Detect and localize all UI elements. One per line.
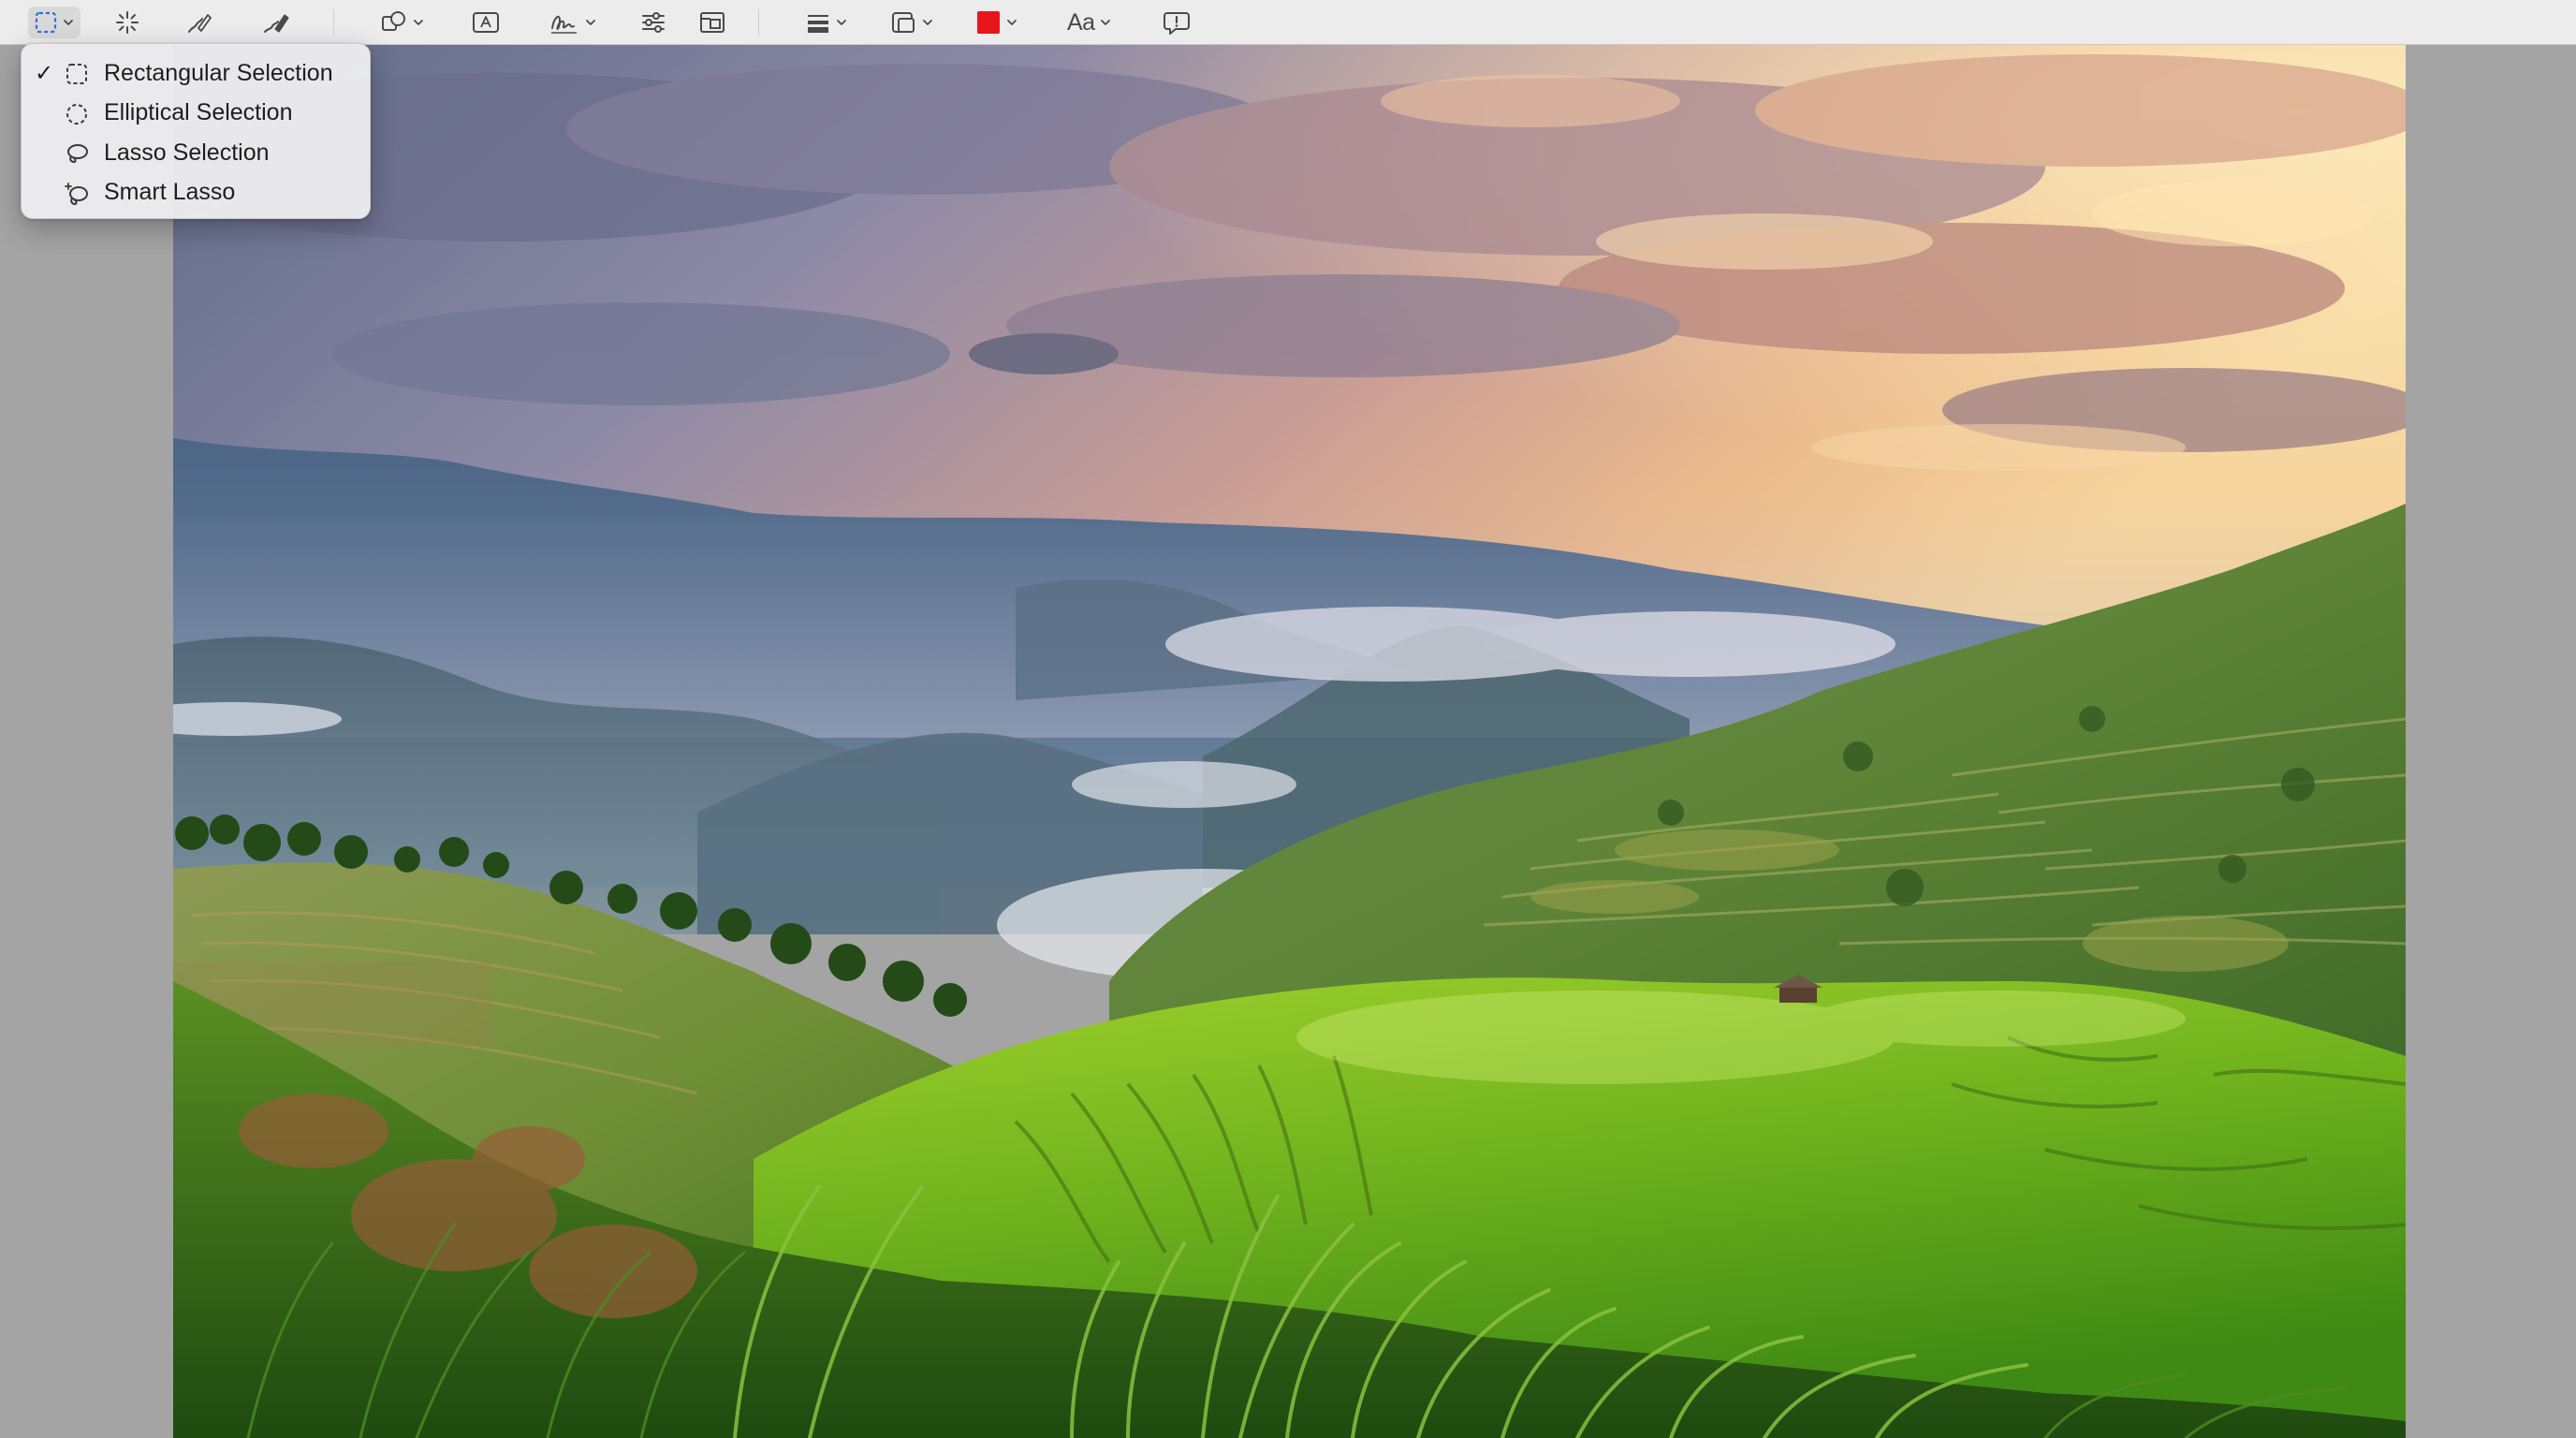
text-button[interactable] xyxy=(466,7,505,38)
lasso-icon xyxy=(67,144,88,164)
signature-icon xyxy=(551,15,577,34)
dashed-ellipse-icon xyxy=(66,103,87,125)
draw-button[interactable] xyxy=(256,7,296,38)
selection-tools-button[interactable] xyxy=(28,7,80,38)
dashed-rectangle-icon xyxy=(35,11,57,34)
menu-item-label: Smart Lasso xyxy=(104,179,236,206)
border-color-icon xyxy=(892,12,915,33)
toolbar-divider xyxy=(333,9,334,36)
checkmark: ✓ xyxy=(35,60,54,86)
instant-alpha-button[interactable] xyxy=(109,7,146,38)
line-weight-icon xyxy=(808,15,828,33)
draw-pen-icon xyxy=(264,14,289,33)
landscape-photo[interactable] xyxy=(173,45,2406,1438)
fill-color-button[interactable] xyxy=(970,7,1024,38)
border-color-button[interactable] xyxy=(884,7,940,38)
sketch-button[interactable] xyxy=(180,7,219,38)
chevron-down-icon xyxy=(1100,20,1110,25)
adjust-size-button[interactable] xyxy=(693,7,732,38)
text-style-label: Aa xyxy=(1067,8,1095,36)
menu-item-label: Elliptical Selection xyxy=(104,99,293,126)
markup-toolbar: Aa xyxy=(0,0,2576,45)
sketch-pen-icon xyxy=(188,14,212,33)
text-style-button[interactable]: Aa xyxy=(1061,7,1118,38)
selection-tools-menu: ✓ Rectangular Selection Elliptical Selec… xyxy=(21,43,371,219)
landscape-image xyxy=(173,45,2406,1438)
menu-item-label: Rectangular Selection xyxy=(104,59,333,86)
shapes-icon xyxy=(382,11,405,31)
description-button[interactable] xyxy=(1157,7,1196,38)
menu-item-elliptical-selection[interactable]: Elliptical Selection xyxy=(22,94,370,134)
sign-button[interactable] xyxy=(543,7,603,38)
shapes-button[interactable] xyxy=(374,7,431,38)
menu-item-smart-lasso[interactable]: Smart Lasso xyxy=(22,173,370,213)
dashed-rectangle-icon xyxy=(66,64,87,84)
chevron-down-icon xyxy=(64,20,73,25)
chevron-down-icon xyxy=(414,20,423,25)
menu-item-lasso-selection[interactable]: Lasso Selection xyxy=(22,133,370,173)
sliders-icon xyxy=(642,12,665,33)
smart-lasso-icon xyxy=(65,182,88,205)
toolbar-divider xyxy=(758,9,759,36)
adjust-color-button[interactable] xyxy=(635,7,672,38)
speech-bubble-icon xyxy=(1164,12,1190,35)
chevron-down-icon xyxy=(923,20,932,25)
chevron-down-icon xyxy=(1007,20,1017,25)
menu-item-label: Lasso Selection xyxy=(104,139,270,166)
chevron-down-icon xyxy=(586,20,595,25)
resize-icon xyxy=(700,12,724,33)
chevron-down-icon xyxy=(837,20,846,25)
shape-style-button[interactable] xyxy=(799,7,854,38)
color-swatch-icon xyxy=(977,11,1000,34)
text-box-icon xyxy=(473,12,499,33)
menu-item-rectangular-selection[interactable]: ✓ Rectangular Selection xyxy=(22,53,370,94)
magic-wand-icon xyxy=(116,11,139,34)
